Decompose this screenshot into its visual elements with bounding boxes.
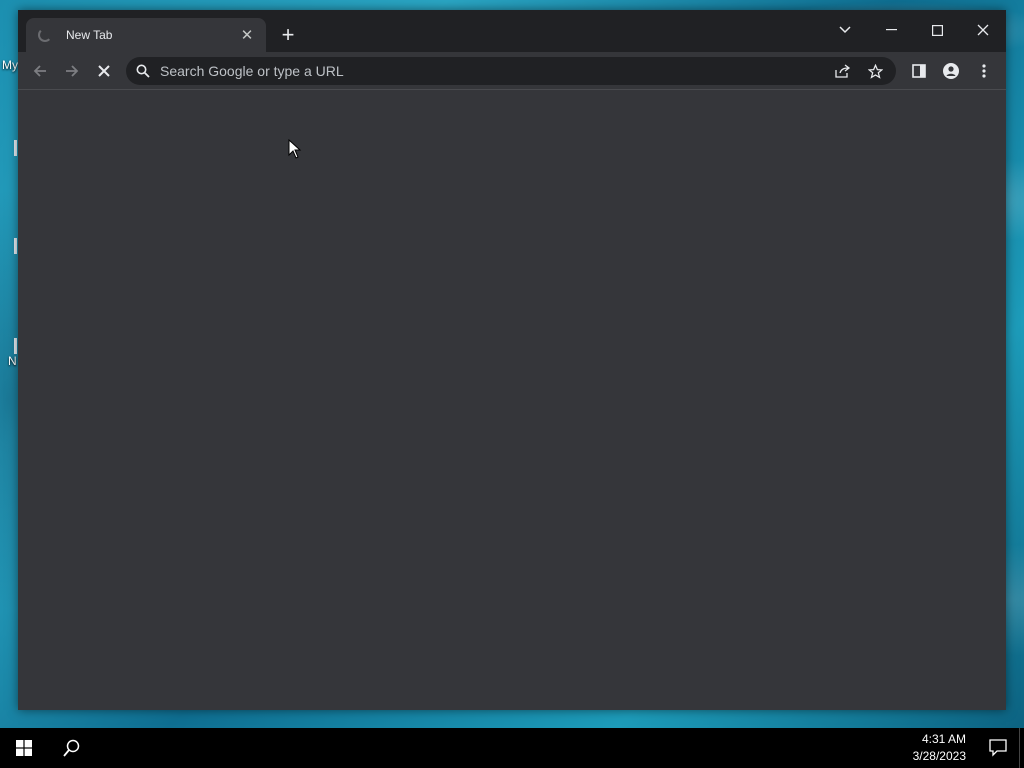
profile-button[interactable] [937,57,965,85]
mouse-cursor-icon [288,139,302,159]
desktop-icon-label: N [8,354,17,368]
new-tab-button[interactable]: + [276,24,300,46]
action-center-button[interactable] [988,737,1010,759]
kebab-menu-icon [982,64,986,78]
bookmark-star-icon[interactable] [864,60,886,82]
stop-icon [98,65,110,77]
start-button[interactable] [0,728,48,768]
search-icon [63,739,80,757]
close-icon [977,24,989,36]
minimize-icon [885,29,897,31]
side-panel-button[interactable] [905,57,933,85]
search-icon [136,64,150,78]
tab-title: New Tab [66,28,113,42]
windows-logo-icon [16,740,32,756]
tab-strip: New Tab ✕ + [18,10,1006,52]
taskbar-search-button[interactable] [48,728,96,768]
clock-time: 4:31 AM [921,732,966,746]
stop-loading-button[interactable] [90,57,118,85]
back-button[interactable] [26,57,54,85]
tab-search-button[interactable] [830,16,860,44]
taskbar-clock[interactable]: 4:31 AM 3/28/2023 [913,731,966,765]
share-icon[interactable] [832,60,854,82]
side-panel-icon [912,64,926,78]
forward-button[interactable] [58,57,86,85]
profile-icon [943,63,959,79]
loading-spinner-icon [38,28,52,42]
maximize-button[interactable] [922,16,952,44]
address-bar[interactable] [126,57,896,85]
show-desktop-button[interactable] [1019,728,1024,768]
notification-icon [989,739,1007,757]
taskbar: 4:31 AM 3/28/2023 [0,728,1024,768]
arrow-left-icon [33,65,46,77]
chevron-down-icon [839,26,851,34]
maximize-icon [931,24,943,36]
page-content [18,90,1006,710]
menu-button[interactable] [970,57,998,85]
browser-window: New Tab ✕ + [18,10,1006,710]
browser-toolbar [18,52,1006,90]
tab-close-icon[interactable]: ✕ [238,26,256,44]
address-input[interactable] [160,63,822,79]
arrow-right-icon [66,65,79,77]
minimize-button[interactable] [876,16,906,44]
tab-new-tab[interactable]: New Tab ✕ [26,18,266,52]
desktop-icon-label: My [2,58,18,72]
close-window-button[interactable] [968,16,998,44]
clock-date: 3/28/2023 [912,749,966,763]
